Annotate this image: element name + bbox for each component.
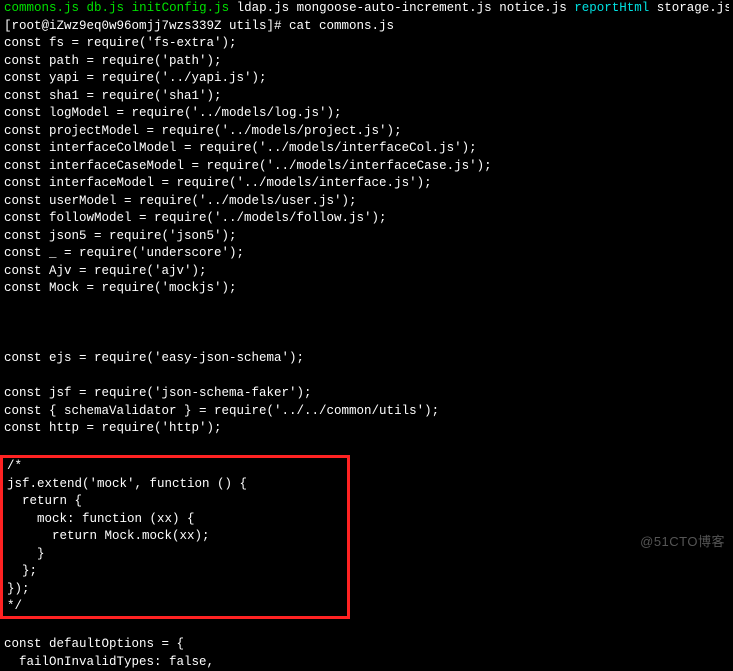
code-line: const ejs = require('easy-json-schema');: [4, 350, 729, 368]
file-item: mongoose-auto-increment.js: [297, 1, 492, 15]
blank-line: [4, 315, 729, 333]
code-line: const json5 = require('json5');: [4, 228, 729, 246]
code-line: const jsf = require('json-schema-faker')…: [4, 385, 729, 403]
file-item: ldap.js: [237, 1, 290, 15]
code-line: /*: [7, 458, 343, 476]
code-line: const logModel = require('../models/log.…: [4, 105, 729, 123]
code-line: const _ = require('underscore');: [4, 245, 729, 263]
file-item: db.js: [87, 1, 125, 15]
blank-line: [4, 298, 729, 316]
code-line: jsf.extend('mock', function () {: [7, 476, 343, 494]
code-line: const defaultOptions = {: [4, 636, 729, 654]
blank-line: [4, 368, 729, 386]
highlighted-code-region: /* jsf.extend('mock', function () { retu…: [0, 455, 350, 619]
code-line: const userModel = require('../models/use…: [4, 193, 729, 211]
code-line: });: [7, 581, 343, 599]
code-line: }: [7, 546, 343, 564]
file-item: storage.js: [657, 1, 729, 15]
code-line: const interfaceModel = require('../model…: [4, 175, 729, 193]
shell-prompt: [root@iZwz9eq0w96omjj7wzs339Z utils]# ca…: [4, 18, 729, 36]
code-line: failOnInvalidTypes: false,: [4, 654, 729, 671]
code-line: const path = require('path');: [4, 53, 729, 71]
blank-line: [4, 438, 729, 456]
code-line: return Mock.mock(xx);: [7, 528, 343, 546]
code-line: const Mock = require('mockjs');: [4, 280, 729, 298]
file-item: reportHtml: [574, 1, 649, 15]
file-item: notice.js: [499, 1, 567, 15]
code-line: const yapi = require('../yapi.js');: [4, 70, 729, 88]
code-line: const interfaceCaseModel = require('../m…: [4, 158, 729, 176]
code-line: const Ajv = require('ajv');: [4, 263, 729, 281]
code-line: */: [7, 598, 343, 616]
code-line: const projectModel = require('../models/…: [4, 123, 729, 141]
file-list-row: commons.js db.js initConfig.js ldap.js m…: [4, 0, 729, 18]
file-item: commons.js: [4, 1, 79, 15]
code-line: const followModel = require('../models/f…: [4, 210, 729, 228]
code-line: const http = require('http');: [4, 420, 729, 438]
blank-line: [4, 333, 729, 351]
blank-line: [4, 619, 729, 637]
file-item: initConfig.js: [132, 1, 230, 15]
watermark: @51CTO博客: [640, 533, 725, 551]
code-line: mock: function (xx) {: [7, 511, 343, 529]
code-line: const { schemaValidator } = require('../…: [4, 403, 729, 421]
code-line: };: [7, 563, 343, 581]
code-line: const sha1 = require('sha1');: [4, 88, 729, 106]
code-line: const interfaceColModel = require('../mo…: [4, 140, 729, 158]
code-line: return {: [7, 493, 343, 511]
code-block[interactable]: const fs = require('fs-extra'); const pa…: [4, 35, 729, 671]
code-line: const fs = require('fs-extra');: [4, 35, 729, 53]
